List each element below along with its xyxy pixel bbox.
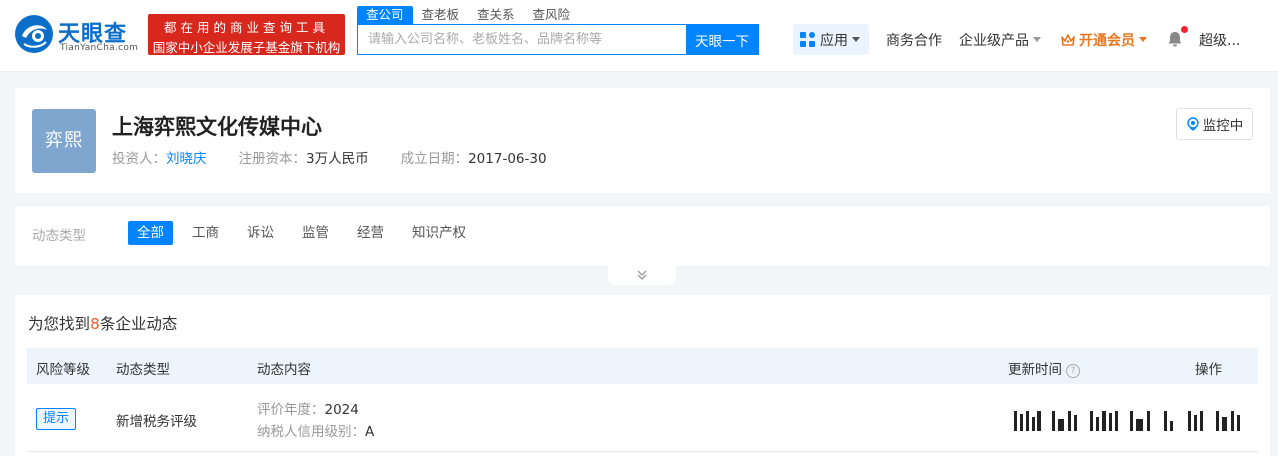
capital-value: 3万人民币	[306, 151, 369, 167]
investor-label: 投资人：	[112, 151, 166, 167]
tianyancha-logo-icon	[15, 15, 53, 53]
search-tab-company[interactable]: 查公司	[357, 6, 413, 24]
notification-dot	[1181, 26, 1188, 33]
search-tab-risk[interactable]: 查风险	[524, 6, 580, 24]
monitor-button[interactable]: 监控中	[1176, 108, 1253, 140]
search-tab-relation[interactable]: 查关系	[468, 6, 524, 24]
search-tabs: 查公司 查老板 查关系 查风险	[357, 6, 579, 24]
crown-icon	[1061, 33, 1075, 46]
filter-tab-regulation[interactable]: 监管	[293, 221, 338, 245]
slogan-line-1: 都在用的商业查询工具	[163, 20, 329, 35]
logo-domain: TianYanCha.com	[60, 43, 139, 53]
nav-enterprise-products[interactable]: 企业级产品	[959, 24, 1041, 55]
results-title: 为您找到8条企业动态	[28, 312, 177, 334]
row-content: 评价年度：2024 纳税人信用级别：A	[257, 399, 374, 443]
vip-label: 开通会员	[1079, 32, 1135, 49]
company-meta: 投资人：刘晓庆 注册资本：3万人民币 成立日期：2017-06-30	[112, 147, 579, 167]
nav-business-cooperation[interactable]: 商务合作	[886, 24, 942, 55]
results-count: 8	[90, 315, 100, 333]
slogan-line-2: 国家中小企业发展子基金旗下机构	[152, 40, 341, 55]
filter-card: 动态类型 全部 工商 诉讼 监管 经营 知识产权	[15, 206, 1270, 266]
search-input[interactable]	[358, 25, 686, 54]
user-menu[interactable]: 超级...	[1199, 24, 1240, 55]
content-value: 2024	[324, 402, 359, 418]
chevron-down-icon	[852, 37, 860, 42]
nav-open-vip[interactable]: 开通会员	[1061, 24, 1147, 55]
column-risk: 风险等级	[36, 362, 90, 378]
enterprise-label: 企业级产品	[959, 32, 1029, 49]
search-button[interactable]: 天眼一下	[686, 25, 758, 54]
chevron-down-icon	[1139, 37, 1147, 42]
search-box: 天眼一下	[357, 24, 759, 55]
chevron-down-icon	[1033, 37, 1041, 42]
row-type: 新增税务评级	[116, 414, 197, 430]
founded-value: 2017-06-30	[468, 151, 547, 167]
column-type: 动态类型	[116, 362, 170, 378]
double-chevron-down-icon	[637, 270, 647, 280]
founded-info: 成立日期：2017-06-30	[401, 147, 547, 167]
apps-grid-icon	[800, 31, 816, 48]
filter-tab-all[interactable]: 全部	[128, 221, 173, 245]
expand-toggle[interactable]	[608, 265, 676, 285]
filter-tab-operation[interactable]: 经营	[348, 221, 393, 245]
company-header-card: 弈熙 上海弈熙文化传媒中心 投资人：刘晓庆 注册资本：3万人民币 成立日期：20…	[15, 88, 1270, 193]
founded-label: 成立日期：	[400, 151, 469, 167]
logo[interactable]: 天眼查 TianYanCha.com	[14, 14, 144, 56]
bell-icon[interactable]	[1166, 30, 1184, 48]
obscured-time-watermark	[1014, 411, 1240, 431]
filter-label: 动态类型	[32, 228, 86, 244]
column-content: 动态内容	[257, 362, 311, 378]
filter-tab-business[interactable]: 工商	[183, 221, 228, 245]
content-value: A	[365, 424, 375, 440]
content-key: 纳税人信用级别：	[257, 424, 365, 440]
top-header: 天眼查 TianYanCha.com 都在用的商业查询工具 国家中小企业发展子基…	[0, 0, 1278, 72]
monitor-label: 监控中	[1202, 118, 1244, 134]
results-card: 为您找到8条企业动态 风险等级 动态类型 动态内容 更新时间? 操作 提示 新增…	[15, 295, 1270, 456]
column-action: 操作	[1195, 362, 1222, 378]
content-key: 评价年度：	[257, 402, 325, 418]
results-title-prefix: 为您找到	[28, 315, 91, 333]
apps-label: 应用	[820, 32, 848, 49]
company-name: 上海弈熙文化传媒中心	[112, 115, 322, 139]
capital-info: 注册资本：3万人民币	[239, 147, 369, 167]
location-pin-icon	[1187, 117, 1199, 131]
capital-label: 注册资本：	[238, 151, 307, 167]
company-avatar: 弈熙	[32, 109, 96, 173]
investor-link[interactable]: 刘晓庆	[166, 151, 207, 167]
column-time: 更新时间?	[1008, 358, 1080, 378]
content-line: 纳税人信用级别：A	[257, 421, 374, 443]
column-time-label: 更新时间	[1008, 362, 1062, 378]
content-line: 评价年度：2024	[257, 399, 374, 421]
filter-tab-ip[interactable]: 知识产权	[403, 221, 475, 245]
apps-menu[interactable]: 应用	[793, 24, 869, 55]
results-title-suffix: 条企业动态	[99, 315, 178, 333]
table-header: 风险等级 动态类型 动态内容 更新时间? 操作	[27, 348, 1258, 384]
help-icon[interactable]: ?	[1066, 364, 1080, 378]
filter-tab-litigation[interactable]: 诉讼	[238, 221, 283, 245]
slogan-banner: 都在用的商业查询工具 国家中小企业发展子基金旗下机构	[148, 14, 345, 55]
filter-tabs: 全部 工商 诉讼 监管 经营 知识产权	[128, 221, 485, 245]
investor-info: 投资人：刘晓庆	[112, 147, 207, 167]
search-tab-boss[interactable]: 查老板	[413, 6, 469, 24]
table-row: 提示 新增税务评级 评价年度：2024 纳税人信用级别：A	[27, 384, 1258, 452]
risk-level-badge: 提示	[36, 408, 77, 430]
